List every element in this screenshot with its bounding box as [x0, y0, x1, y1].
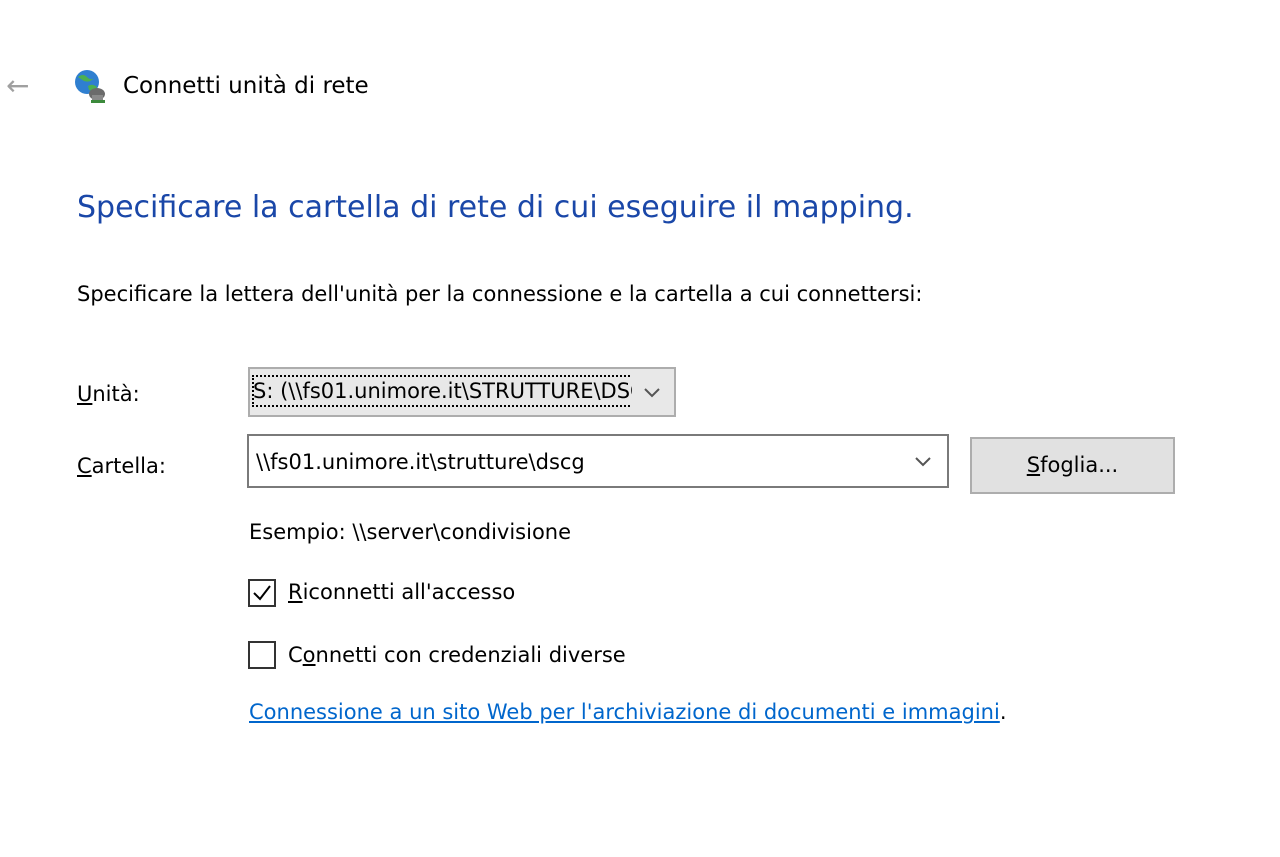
drive-label-accesskey: U: [77, 382, 93, 406]
folder-label: Cartella:: [77, 449, 166, 483]
different-credentials-label[interactable]: Connetti con credenziali diverse: [288, 637, 626, 673]
back-arrow-icon[interactable]: ←: [6, 66, 36, 106]
credentials-accesskey: o: [302, 643, 316, 667]
browse-accesskey: S: [1026, 453, 1041, 477]
drive-label: Unità:: [77, 377, 140, 411]
page-heading: Specificare la cartella di rete di cui e…: [77, 190, 914, 225]
folder-label-accesskey: C: [77, 454, 92, 478]
folder-label-rest: artella:: [91, 454, 166, 478]
drive-letter-value: S: (\\fs01.unimore.it\STRUTTURE\DSCG): [252, 375, 632, 407]
web-link-period: .: [999, 700, 1007, 724]
reconnect-label-rest: iconnetti all'accesso: [302, 580, 516, 604]
browse-button[interactable]: Sfoglia...: [970, 437, 1175, 494]
reconnect-accesskey: R: [288, 580, 303, 604]
drive-letter-select[interactable]: S: (\\fs01.unimore.it\STRUTTURE\DSCG): [248, 367, 676, 417]
network-drive-globe-icon: [72, 68, 108, 104]
different-credentials-checkbox[interactable]: [248, 641, 276, 669]
chevron-down-icon: [644, 388, 660, 398]
browse-label-rest: foglia...: [1040, 453, 1119, 477]
instruction-text: Specificare la lettera dell'unità per la…: [77, 282, 923, 306]
checkmark-icon: [253, 585, 271, 601]
credentials-label-first: C: [288, 643, 303, 667]
web-storage-link[interactable]: Connessione a un sito Web per l'archivia…: [249, 694, 1000, 730]
window-title: Connetti unità di rete: [123, 73, 369, 99]
example-hint: Esempio: \\server\condivisione: [249, 520, 572, 544]
credentials-label-rest: nnetti con credenziali diverse: [315, 643, 626, 667]
drive-label-rest: nità:: [92, 382, 140, 406]
reconnect-checkbox[interactable]: [248, 579, 276, 607]
folder-path-combobox[interactable]: \\fs01.unimore.it\strutture\dscg: [247, 434, 949, 488]
chevron-down-icon[interactable]: [913, 446, 933, 476]
folder-path-value[interactable]: \\fs01.unimore.it\strutture\dscg: [256, 445, 585, 479]
reconnect-label[interactable]: Riconnetti all'accesso: [288, 574, 515, 610]
